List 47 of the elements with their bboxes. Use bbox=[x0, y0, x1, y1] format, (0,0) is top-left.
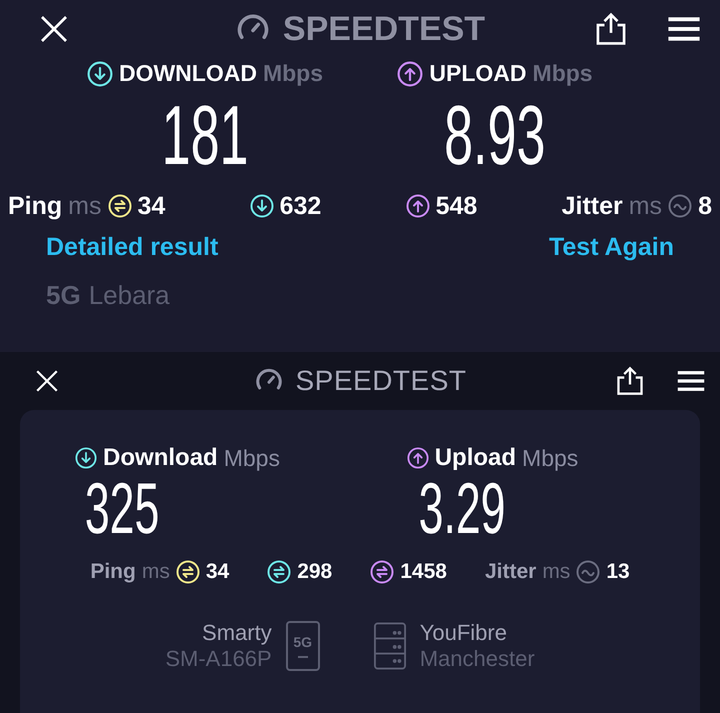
speed-label: DOWNLOAD bbox=[118, 60, 257, 87]
result-link[interactable]: Detailed result bbox=[46, 232, 218, 262]
speed-unit: Mbps bbox=[532, 60, 593, 87]
speed-value: 181 bbox=[162, 87, 248, 184]
speed-label: Download bbox=[103, 444, 218, 472]
stat-unit: ms bbox=[142, 560, 170, 584]
stat-value: 632 bbox=[280, 192, 322, 221]
speed-unit: Mbps bbox=[522, 444, 578, 472]
server-location: Manchester bbox=[420, 646, 535, 672]
upload-icon bbox=[397, 60, 424, 86]
app-title: SPEEDTEST bbox=[282, 10, 486, 48]
speed-value: 3.29 bbox=[419, 472, 506, 548]
result-link[interactable]: Test Again bbox=[548, 232, 674, 262]
network-type-label: 5G bbox=[293, 634, 312, 650]
stat-value: 34 bbox=[206, 560, 230, 584]
stat-label: Jitter bbox=[562, 192, 623, 221]
provider-name: Lebara bbox=[88, 280, 170, 311]
server-icon bbox=[374, 620, 406, 671]
close-icon[interactable] bbox=[34, 368, 60, 394]
share-icon[interactable] bbox=[594, 12, 628, 46]
speed-unit: Mbps bbox=[224, 444, 280, 472]
stat-value: 1458 bbox=[400, 560, 447, 584]
stat-label: Jitter bbox=[484, 560, 536, 584]
speed-label: UPLOAD bbox=[429, 60, 527, 87]
server-name: YouFibre bbox=[420, 620, 508, 646]
device-model: SM-A166P bbox=[165, 646, 272, 672]
app-title: SPEEDTEST bbox=[296, 365, 466, 397]
upload-icon bbox=[406, 447, 429, 469]
stat-label: Ping bbox=[8, 192, 62, 221]
stat-value: 8 bbox=[698, 192, 712, 221]
download-icon bbox=[86, 60, 113, 86]
speed-unit: Mbps bbox=[262, 60, 324, 87]
share-icon[interactable] bbox=[616, 366, 644, 396]
stat-value: 298 bbox=[297, 560, 332, 584]
speed-value: 8.93 bbox=[444, 87, 546, 184]
carrier-name: Smarty bbox=[202, 620, 272, 646]
network-type: 5G bbox=[46, 280, 81, 311]
stat-value: 34 bbox=[138, 192, 166, 221]
stat-unit: ms bbox=[68, 192, 102, 221]
download-icon bbox=[75, 447, 98, 469]
speed-label: Upload bbox=[434, 444, 516, 472]
stat-value: 13 bbox=[606, 560, 630, 584]
stat-unit: ms bbox=[628, 192, 662, 221]
stat-label: Ping bbox=[90, 560, 136, 584]
stat-value: 548 bbox=[436, 192, 478, 221]
speed-value: 325 bbox=[85, 472, 160, 548]
stat-unit: ms bbox=[542, 560, 570, 584]
